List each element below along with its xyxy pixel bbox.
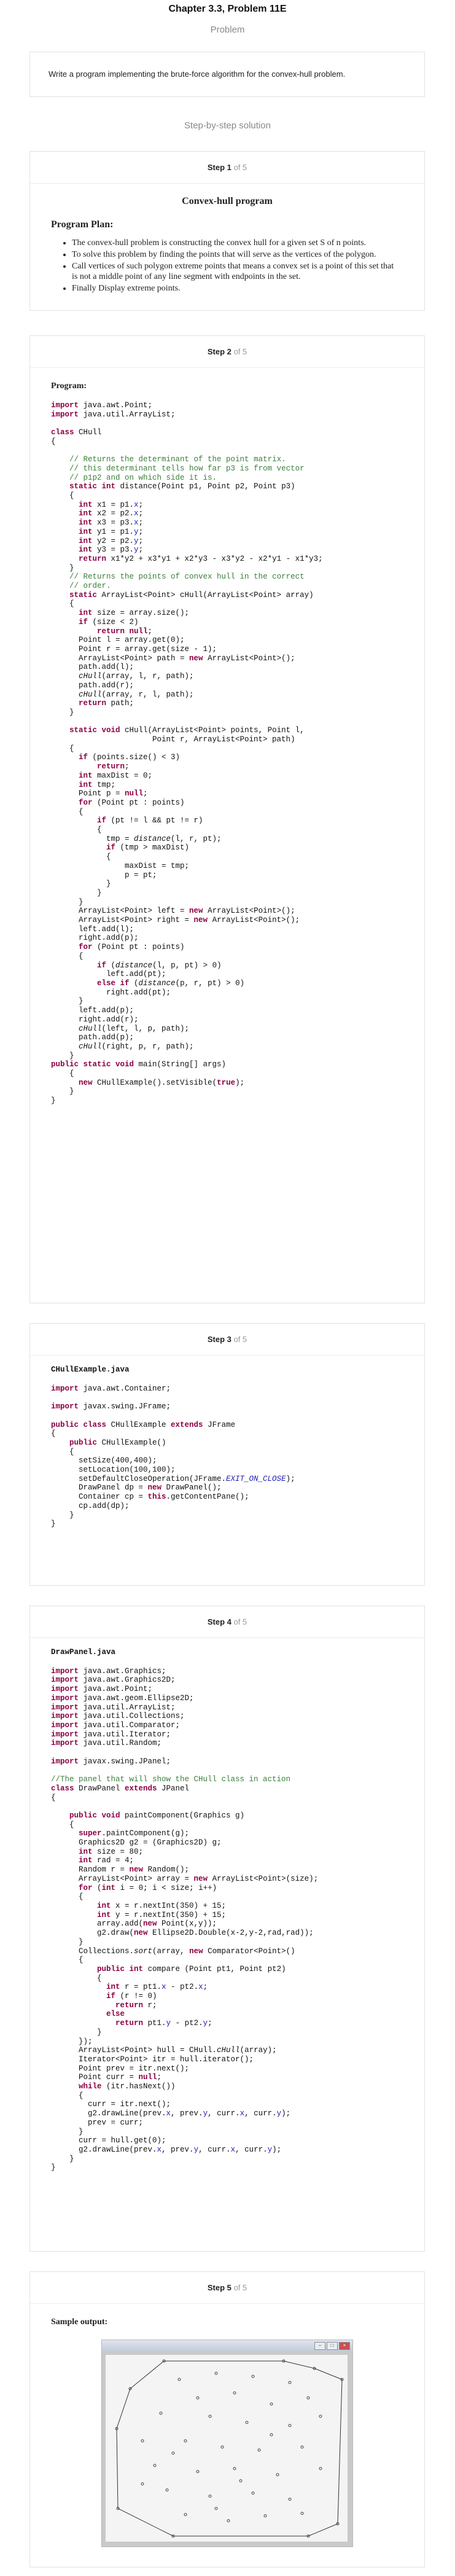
solution-heading: Step-by-step solution: [184, 120, 271, 131]
window-titlebar: – □ ×: [102, 2340, 352, 2351]
point-marker: [177, 2378, 181, 2381]
point-marker: [300, 2512, 304, 2515]
list-item: Call vertices of such polygon extreme po…: [72, 261, 400, 282]
point-marker: [220, 2445, 224, 2449]
minimize-icon[interactable]: –: [314, 2342, 325, 2350]
point-marker: [214, 2507, 218, 2510]
code-block: import java.awt.Container; import javax.…: [51, 1384, 295, 1529]
step-1-label: Step 1 of 5: [207, 163, 247, 172]
point-marker: [196, 2396, 200, 2400]
point-marker: [319, 2467, 322, 2470]
point-marker: [196, 2470, 200, 2473]
point-marker: [141, 2439, 144, 2443]
point-marker: [319, 2414, 322, 2418]
page: Chapter 3.3, Problem 11E Problem Write a…: [0, 0, 455, 2576]
maximize-icon[interactable]: □: [327, 2342, 338, 2350]
list-item: Finally Display extreme points.: [72, 283, 400, 294]
point-marker: [245, 2421, 249, 2424]
divider: [30, 2303, 424, 2304]
divider: [30, 183, 424, 184]
point-marker: [141, 2482, 144, 2486]
step-1-title: Convex-hull program: [182, 196, 273, 206]
step-4-card: Step 4 of 5 DrawPanel.java import java.a…: [29, 1606, 425, 2252]
window-controls: – □ ×: [314, 2342, 350, 2350]
list-item: The convex-hull problem is constructing …: [72, 238, 400, 248]
step-2-label: Step 2 of 5: [207, 347, 247, 356]
point-marker: [288, 2424, 292, 2427]
hull-canvas: [106, 2355, 348, 2542]
point-marker: [300, 2445, 304, 2449]
list-item: To solve this problem by finding the poi…: [72, 249, 400, 260]
point-marker: [270, 2433, 273, 2437]
step-3-label: Step 3 of 5: [207, 1335, 247, 1344]
step-5-card: Step 5 of 5 Sample output: – □ ×: [29, 2271, 425, 2567]
step-1-card: Step 1 of 5 Convex-hull program Program …: [29, 151, 425, 311]
divider: [30, 1637, 424, 1638]
point-marker: [288, 2497, 292, 2501]
sample-output-heading: Sample output:: [51, 2317, 108, 2327]
point-marker: [270, 2402, 273, 2406]
hull-outline: [116, 2360, 343, 2537]
point-marker: [165, 2488, 169, 2492]
point-marker: [214, 2371, 218, 2375]
sample-output-window: – □ ×: [101, 2340, 353, 2547]
point-marker: [171, 2451, 175, 2455]
point-marker: [153, 2464, 157, 2467]
point-marker: [251, 2491, 255, 2495]
hull-drawing: [115, 2359, 344, 2538]
point-marker: [306, 2396, 310, 2400]
divider: [30, 367, 424, 368]
divider: [30, 1355, 424, 1356]
point-marker: [227, 2519, 230, 2523]
point-marker: [233, 2391, 236, 2395]
point-marker: [276, 2473, 279, 2476]
point-marker: [239, 2479, 243, 2483]
page-title: Chapter 3.3, Problem 11E: [168, 4, 287, 14]
point-marker: [184, 2439, 187, 2443]
point-marker: [251, 2375, 255, 2378]
point-marker: [288, 2381, 292, 2384]
program-plan-heading: Program Plan:: [51, 219, 114, 230]
step-3-card: Step 3 of 5 CHullExample.java import jav…: [29, 1323, 425, 1586]
point-marker: [263, 2514, 267, 2518]
step-2-card: Step 2 of 5 Program: import java.awt.Poi…: [29, 335, 425, 1303]
step-5-label: Step 5 of 5: [207, 2283, 247, 2292]
file-heading: DrawPanel.java: [51, 1648, 116, 1657]
program-plan-list: The convex-hull problem is constructing …: [72, 238, 400, 294]
point-marker: [208, 2414, 212, 2418]
file-heading: CHullExample.java: [51, 1365, 130, 1374]
point-marker: [208, 2494, 212, 2498]
code-block: import java.awt.Graphics; import java.aw…: [51, 1666, 319, 2172]
point-marker: [159, 2411, 163, 2415]
close-icon[interactable]: ×: [339, 2342, 350, 2350]
point-marker: [257, 2448, 261, 2452]
point-marker: [184, 2513, 187, 2516]
step-4-label: Step 4 of 5: [207, 1617, 247, 1626]
problem-text: Write a program implementing the brute-f…: [49, 69, 346, 79]
point-marker: [233, 2467, 236, 2470]
problem-heading: Problem: [210, 25, 245, 35]
code-block: import java.awt.Point; import java.util.…: [51, 401, 323, 1106]
problem-card: Write a program implementing the brute-f…: [29, 52, 425, 97]
program-heading: Program:: [51, 381, 87, 391]
